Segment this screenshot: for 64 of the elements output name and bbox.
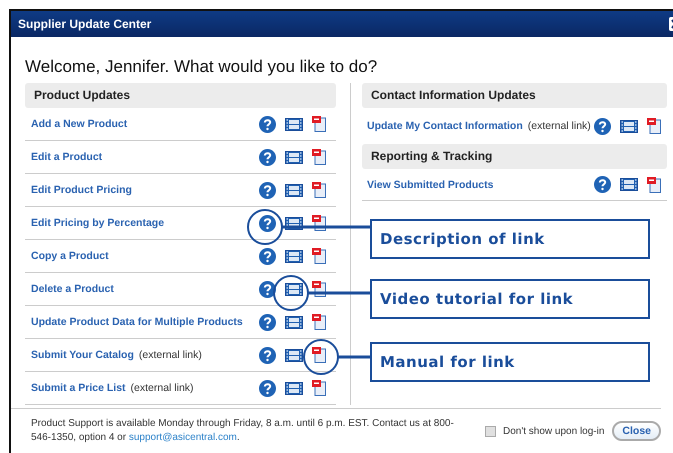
help-icon[interactable] xyxy=(594,176,611,193)
film-icon[interactable] xyxy=(285,118,303,130)
support-text: Product Support is available Monday through Friday, 8 a.m. until 6 p.m. EST. Contact us at 800-546-1350, option 4 or support@asicentral.com. xyxy=(31,417,455,445)
pdf-document-icon[interactable] xyxy=(647,176,661,192)
link-note: (external link) xyxy=(138,349,202,361)
help-icon[interactable] xyxy=(259,214,276,232)
film-icon[interactable] xyxy=(285,282,303,296)
close-button[interactable]: Close xyxy=(612,421,661,441)
help-icon[interactable] xyxy=(594,118,611,134)
link[interactable]: Delete a Product xyxy=(31,283,114,295)
film-icon[interactable] xyxy=(285,150,303,164)
section-header: Product Updates xyxy=(25,83,336,108)
help-icon[interactable] xyxy=(259,380,276,396)
checkbox-label: Don't show upon log-in xyxy=(503,426,604,436)
pdf-document-icon[interactable] xyxy=(312,314,326,330)
link[interactable]: Add a New Product xyxy=(31,118,128,130)
callout-label: Description of link xyxy=(370,219,650,259)
highlight-circle xyxy=(303,339,339,375)
film-icon[interactable] xyxy=(285,250,303,262)
film-icon[interactable] xyxy=(620,178,638,191)
help-icon[interactable] xyxy=(259,314,276,330)
help-icon[interactable] xyxy=(259,346,276,364)
link[interactable]: Edit a Product xyxy=(31,151,102,163)
callout-label: Manual for link xyxy=(370,342,650,382)
pdf-document-icon[interactable] xyxy=(312,182,326,198)
film-icon[interactable] xyxy=(285,382,303,394)
highlight-circle xyxy=(273,275,309,311)
film-icon[interactable] xyxy=(620,120,638,132)
leader-line xyxy=(308,292,370,294)
help-icon[interactable] xyxy=(259,248,276,264)
film-icon[interactable] xyxy=(285,348,303,362)
link-note: (external link) xyxy=(130,382,194,394)
highlight-circle xyxy=(247,209,283,245)
link[interactable]: Update My Contact Information xyxy=(367,120,523,132)
pdf-document-icon[interactable] xyxy=(312,380,326,396)
leader-line xyxy=(338,356,370,358)
help-icon[interactable] xyxy=(259,182,276,198)
pdf-document-icon[interactable] xyxy=(312,116,326,132)
section-header: Contact Information Updates xyxy=(362,83,667,108)
help-icon[interactable] xyxy=(259,280,276,298)
callout-label: Video tutorial for link xyxy=(370,279,650,319)
link[interactable]: Update Product Data for Multiple Products xyxy=(31,316,243,328)
link[interactable]: Edit Product Pricing xyxy=(31,184,132,196)
pdf-document-icon[interactable] xyxy=(312,281,326,297)
section-header: Reporting & Tracking xyxy=(362,144,667,169)
welcome-heading: Welcome, Jennifer. What would you like to do? xyxy=(25,57,378,77)
link[interactable]: View Submitted Products xyxy=(367,178,494,190)
link[interactable]: Submit Your Catalog xyxy=(31,349,134,361)
pdf-document-icon[interactable] xyxy=(312,347,326,363)
link[interactable]: Copy a Product xyxy=(31,250,109,262)
pdf-document-icon[interactable] xyxy=(312,149,326,165)
checkbox[interactable] xyxy=(485,426,496,436)
window-title: Supplier Update Center xyxy=(18,17,152,31)
link-note: (external link) xyxy=(528,120,591,132)
link[interactable]: Edit Pricing by Percentage xyxy=(31,217,164,229)
link[interactable]: Submit a Price List xyxy=(31,382,126,394)
pdf-document-icon[interactable] xyxy=(647,118,661,134)
help-icon[interactable] xyxy=(259,116,276,132)
pdf-document-icon[interactable] xyxy=(312,215,326,231)
help-icon[interactable] xyxy=(259,148,276,166)
pdf-document-icon[interactable] xyxy=(312,248,326,264)
email-link[interactable]: support@asicentral.com xyxy=(128,432,237,443)
film-icon[interactable] xyxy=(285,184,303,196)
film-icon[interactable] xyxy=(285,316,303,328)
